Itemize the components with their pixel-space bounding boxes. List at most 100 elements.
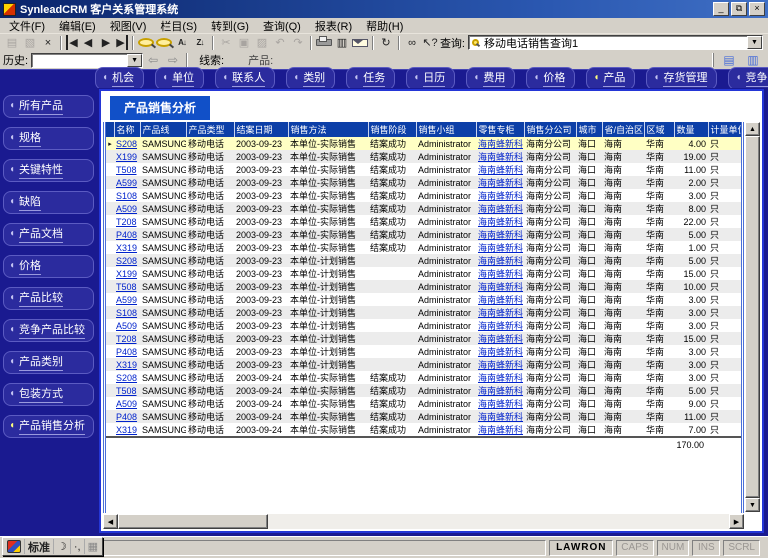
product-link[interactable]: X319 (114, 423, 140, 436)
table-row[interactable]: ▸S208SAMSUNG移动电话2003-09-23本单位-实际销售结案成功Ad… (106, 137, 744, 150)
table-row[interactable]: A509SAMSUNG移动电话2003-09-23本单位-计划销售Adminis… (106, 319, 744, 332)
menu-item[interactable]: 栏目(S) (153, 17, 204, 35)
horizontal-scroll-thumb[interactable] (118, 514, 268, 529)
column-header[interactable]: 省/自治区 (602, 122, 644, 137)
product-link[interactable]: S208 (114, 137, 140, 150)
table-row[interactable]: T208SAMSUNG移动电话2003-09-23本单位-实际销售结案成功Adm… (106, 215, 744, 228)
menu-item[interactable]: 文件(F) (2, 17, 52, 35)
help-pointer-icon[interactable]: ↖? (422, 35, 438, 50)
retail-counter-link[interactable]: 海南蜂新科 (476, 358, 524, 371)
retail-counter-link[interactable]: 海南蜂新科 (476, 254, 524, 267)
retail-counter-link[interactable]: 海南蜂新科 (476, 332, 524, 345)
retail-counter-link[interactable]: 海南蜂新科 (476, 371, 524, 384)
product-link[interactable]: T208 (114, 332, 140, 345)
ime-punctuation-icon[interactable]: ·, (71, 539, 85, 554)
sidebar-item[interactable]: ◖ 产品比较 (3, 287, 94, 310)
minimize-button[interactable]: _ (713, 2, 729, 16)
sep[interactable] (132, 36, 134, 50)
table-row[interactable]: X319SAMSUNG移动电话2003-09-24本单位-实际销售结案成功Adm… (106, 423, 744, 436)
vertical-scrollbar[interactable]: ▲ ▼ (745, 122, 760, 512)
table-row[interactable]: A599SAMSUNG移动电话2003-09-23本单位-计划销售Adminis… (106, 293, 744, 306)
table-row[interactable]: S208SAMSUNG移动电话2003-09-24本单位-实际销售结案成功Adm… (106, 371, 744, 384)
column-header[interactable]: 计量单位 (708, 122, 744, 137)
retail-counter-link[interactable]: 海南蜂新科 (476, 189, 524, 202)
module-tab[interactable]: ◖ 单位 (155, 67, 204, 90)
history-forward-icon[interactable]: ⇨ (164, 53, 182, 68)
module-tab[interactable]: ◖ 日历 (406, 67, 455, 90)
column-header[interactable]: 销售小组 (416, 122, 476, 137)
scroll-left-icon[interactable]: ◀ (103, 514, 118, 529)
horizontal-scrollbar[interactable]: ◀ ▶ (103, 514, 744, 529)
column-header[interactable]: 名称 (114, 122, 140, 137)
table-row[interactable]: T508SAMSUNG移动电话2003-09-23本单位-计划销售Adminis… (106, 280, 744, 293)
close-button[interactable]: × (749, 2, 765, 16)
table-row[interactable]: S108SAMSUNG移动电话2003-09-23本单位-实际销售结案成功Adm… (106, 189, 744, 202)
product-link[interactable]: T508 (114, 280, 140, 293)
restore-button[interactable]: ⧉ (731, 2, 747, 16)
history-dropdown-button[interactable]: ▼ (127, 54, 142, 67)
menu-item[interactable]: 编辑(E) (52, 17, 103, 35)
first-record-icon[interactable]: ◀ (66, 35, 78, 50)
product-link[interactable]: T508 (114, 163, 140, 176)
module-tab[interactable]: ◖ 存货管理 (646, 67, 717, 90)
retail-counter-link[interactable]: 海南蜂新科 (476, 163, 524, 176)
retail-counter-link[interactable]: 海南蜂新科 (476, 228, 524, 241)
table-row[interactable]: A599SAMSUNG移动电话2003-09-23本单位-实际销售结案成功Adm… (106, 176, 744, 189)
table-row[interactable]: T508SAMSUNG移动电话2003-09-23本单位-实际销售结案成功Adm… (106, 163, 744, 176)
export-icon[interactable]: ▥ (334, 35, 350, 50)
product-link[interactable]: S108 (114, 306, 140, 319)
sidebar-item[interactable]: ◖ 产品类别 (3, 351, 94, 374)
sep[interactable] (372, 36, 374, 50)
sidebar-item[interactable]: ◖ 规格 (3, 127, 94, 150)
column-header[interactable]: 销售阶段 (368, 122, 416, 137)
retail-counter-link[interactable]: 海南蜂新科 (476, 215, 524, 228)
find-icon[interactable]: ∞ (404, 35, 420, 50)
retail-counter-link[interactable]: 海南蜂新科 (476, 241, 524, 254)
retail-counter-link[interactable]: 海南蜂新科 (476, 345, 524, 358)
column-header[interactable]: 区域 (644, 122, 674, 137)
column-header[interactable]: 结案日期 (234, 122, 288, 137)
sidebar-item[interactable]: ◖ 关键特性 (3, 159, 94, 182)
table-row[interactable]: T508SAMSUNG移动电话2003-09-24本单位-实际销售结案成功Adm… (106, 384, 744, 397)
product-link[interactable]: X199 (114, 267, 140, 280)
retail-counter-link[interactable]: 海南蜂新科 (476, 306, 524, 319)
refresh-icon[interactable]: ↻ (378, 35, 394, 50)
product-link[interactable]: P408 (114, 410, 140, 423)
sidebar-item[interactable]: ◖ 产品文档 (3, 223, 94, 246)
retail-counter-link[interactable]: 海南蜂新科 (476, 137, 524, 150)
retail-counter-link[interactable]: 海南蜂新科 (476, 150, 524, 163)
table-row[interactable]: S208SAMSUNG移动电话2003-09-23本单位-计划销售Adminis… (106, 254, 744, 267)
product-link[interactable]: S108 (114, 189, 140, 202)
sep[interactable] (398, 36, 400, 50)
retail-counter-link[interactable]: 海南蜂新科 (476, 319, 524, 332)
printer-icon[interactable]: ▤ (721, 53, 737, 68)
prev-record-icon[interactable]: ◀ (80, 35, 96, 50)
undo-icon[interactable]: ↶ (272, 35, 288, 50)
sep[interactable] (60, 36, 62, 50)
scroll-down-icon[interactable]: ▼ (745, 498, 760, 512)
sort-ascending-icon[interactable]: A↓ (174, 35, 190, 50)
table-row[interactable]: S108SAMSUNG移动电话2003-09-23本单位-计划销售Adminis… (106, 306, 744, 319)
menu-item[interactable]: 帮助(H) (359, 17, 410, 35)
history-combobox[interactable]: ▼ (31, 53, 143, 68)
module-tab[interactable]: ◖ 类别 (286, 67, 335, 90)
column-header[interactable]: 产品类型 (186, 122, 234, 137)
ime-halfwidth-moon-icon[interactable]: ☽ (54, 539, 71, 554)
product-link[interactable]: T508 (114, 384, 140, 397)
retail-counter-link[interactable]: 海南蜂新科 (476, 423, 524, 436)
product-link[interactable]: A509 (114, 202, 140, 215)
product-link[interactable]: A599 (114, 293, 140, 306)
copy-icon[interactable]: ▣ (236, 35, 252, 50)
module-tab[interactable]: ◖ 价格 (526, 67, 575, 90)
product-link[interactable]: X199 (114, 150, 140, 163)
ime-mode-button[interactable]: 标准 (25, 539, 54, 554)
next-record-icon[interactable]: ▶ (98, 35, 114, 50)
retail-counter-link[interactable]: 海南蜂新科 (476, 176, 524, 189)
table-row[interactable]: P408SAMSUNG移动电话2003-09-24本单位-实际销售结案成功Adm… (106, 410, 744, 423)
sort-descending-icon[interactable]: Z↓ (192, 35, 208, 50)
query-dropdown-button[interactable]: ▼ (747, 36, 762, 49)
product-link[interactable]: X319 (114, 358, 140, 371)
retail-counter-link[interactable]: 海南蜂新科 (476, 410, 524, 423)
query-combobox[interactable]: 移动电话销售查询1 ▼ (468, 35, 763, 50)
ime-logo-icon[interactable] (4, 539, 25, 554)
